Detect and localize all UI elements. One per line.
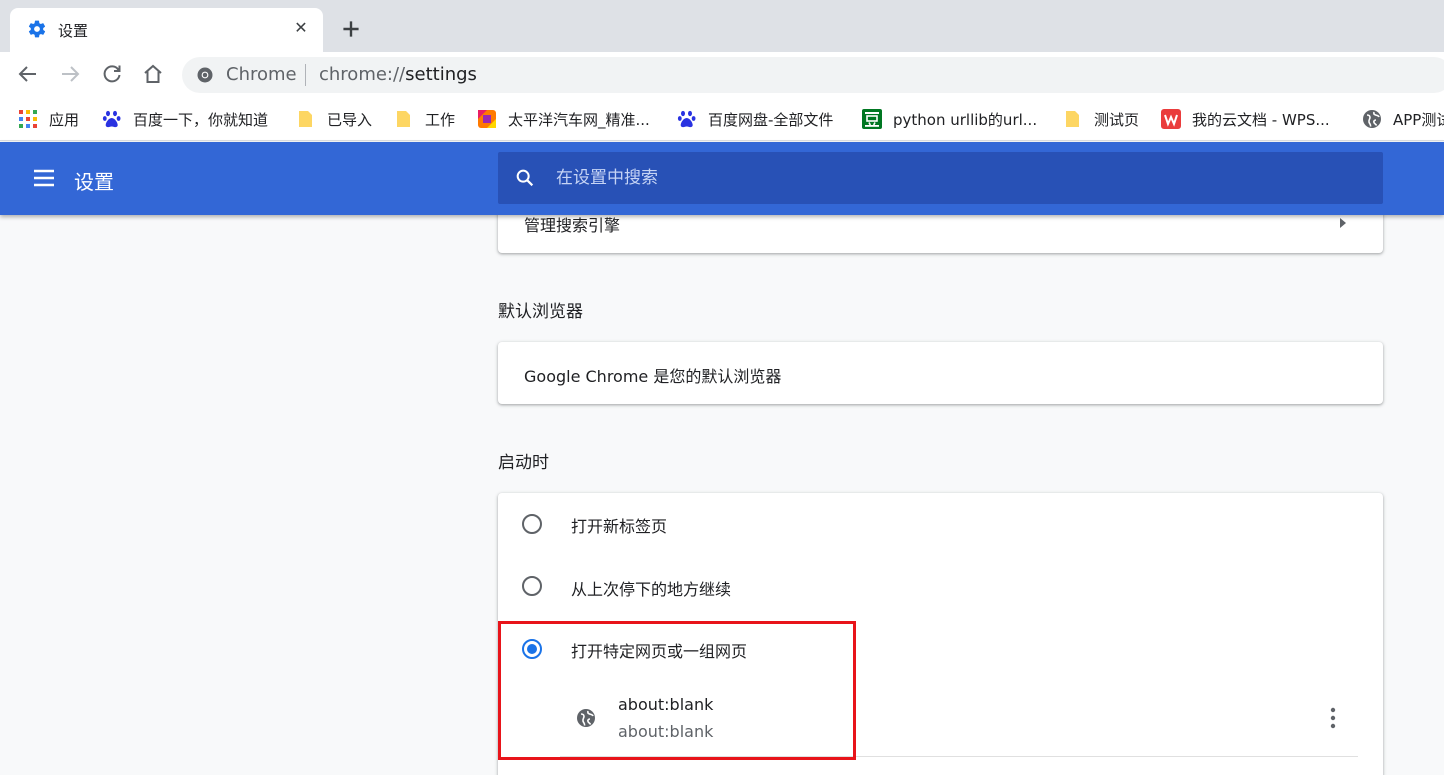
- globe-icon: [1363, 110, 1381, 128]
- url-path: settings: [405, 64, 477, 85]
- bookmark-label: 百度一下，你就知道: [133, 110, 269, 129]
- bookmark-label: 测试页: [1094, 110, 1140, 129]
- default-browser-section-title: 默认浏览器: [498, 302, 583, 322]
- folder-icon: [397, 111, 410, 127]
- wps-icon: [1161, 109, 1181, 129]
- manage-search-engines-label: 管理搜索引擎: [524, 216, 621, 235]
- bookmark-label: 我的云文档 - WPS...: [1192, 110, 1330, 129]
- bookmark-imported-folder[interactable]: 已导入: [296, 107, 372, 131]
- default-browser-card: Google Chrome 是您的默认浏览器: [498, 342, 1383, 404]
- page-title: 设置: [74, 170, 114, 194]
- settings-search[interactable]: [498, 152, 1383, 204]
- bookmark-baidu-pan[interactable]: 百度网盘-全部文件: [677, 107, 833, 131]
- new-tab-button[interactable]: [338, 16, 364, 42]
- address-bar[interactable]: Chrome chrome://settings: [182, 57, 1444, 93]
- forward-arrow-icon[interactable]: [58, 62, 82, 86]
- bookmark-label: 太平洋汽车网_精准...: [508, 110, 650, 129]
- search-input[interactable]: [556, 152, 1356, 204]
- pcauto-icon: [478, 110, 496, 128]
- apps-grid-icon: [19, 110, 37, 128]
- hamburger-menu-icon[interactable]: [33, 167, 55, 189]
- bookmark-label: 工作: [425, 110, 456, 129]
- folder-icon: [1066, 111, 1079, 127]
- gear-icon: [28, 20, 46, 38]
- bookmark-test-folder[interactable]: 测试页: [1063, 107, 1139, 131]
- bookmark-python-urllib[interactable]: python urllib的url...: [862, 107, 1037, 131]
- highlight-annotation-box: [498, 621, 856, 760]
- radio-continue[interactable]: [522, 576, 542, 596]
- bookmark-label: 百度网盘-全部文件: [708, 110, 834, 129]
- bookmark-app-test[interactable]: APP测试: [1362, 107, 1444, 131]
- baidu-paw-icon: [102, 110, 121, 128]
- url-scheme: chrome://: [319, 64, 406, 85]
- settings-header: 设置: [0, 142, 1444, 215]
- bookmark-label: APP测试: [1393, 110, 1444, 129]
- bookmark-apps[interactable]: 应用: [18, 107, 79, 131]
- tab-strip: 设置 ✕: [0, 0, 1444, 52]
- omnibox-separator: [305, 64, 306, 86]
- search-icon: [516, 169, 534, 187]
- tab-settings[interactable]: 设置 ✕: [10, 8, 323, 52]
- bookmark-work-folder[interactable]: 工作: [394, 107, 455, 131]
- omnibox-chrome-label: Chrome: [226, 64, 297, 85]
- bookmark-label: python urllib的url...: [893, 110, 1038, 129]
- chrome-logo-icon: [197, 67, 213, 83]
- startup-option-label: 打开新标签页: [571, 517, 668, 536]
- reload-icon[interactable]: [100, 62, 124, 86]
- bookmark-pcauto[interactable]: 太平洋汽车网_精准...: [477, 107, 650, 131]
- douban-icon: [862, 109, 882, 129]
- baidu-paw-icon: [677, 110, 696, 128]
- radio-new-tab[interactable]: [522, 514, 542, 534]
- tab-close-button[interactable]: ✕: [291, 18, 311, 38]
- browser-toolbar: Chrome chrome://settings: [0, 52, 1444, 99]
- tab-title: 设置: [58, 22, 89, 40]
- bookmark-label: 已导入: [327, 110, 373, 129]
- more-vert-icon[interactable]: [1324, 706, 1342, 730]
- bookmark-baidu[interactable]: 百度一下，你就知道: [102, 107, 268, 131]
- arrow-right-icon: [1340, 218, 1346, 228]
- bookmark-label: 应用: [49, 110, 80, 129]
- omnibox-url[interactable]: chrome://settings: [319, 64, 477, 85]
- startup-option-label: 从上次停下的地方继续: [571, 580, 732, 599]
- folder-icon: [299, 111, 312, 127]
- home-icon[interactable]: [141, 62, 165, 86]
- bookmark-wps[interactable]: 我的云文档 - WPS...: [1161, 107, 1330, 131]
- bookmarks-bar: 应用 百度一下，你就知道 已导入 工作 太平洋汽车网_精准... 百度网盘-全部…: [0, 99, 1444, 141]
- back-arrow-icon[interactable]: [16, 62, 40, 86]
- startup-section-title: 启动时: [498, 453, 549, 473]
- default-browser-status: Google Chrome 是您的默认浏览器: [524, 367, 782, 386]
